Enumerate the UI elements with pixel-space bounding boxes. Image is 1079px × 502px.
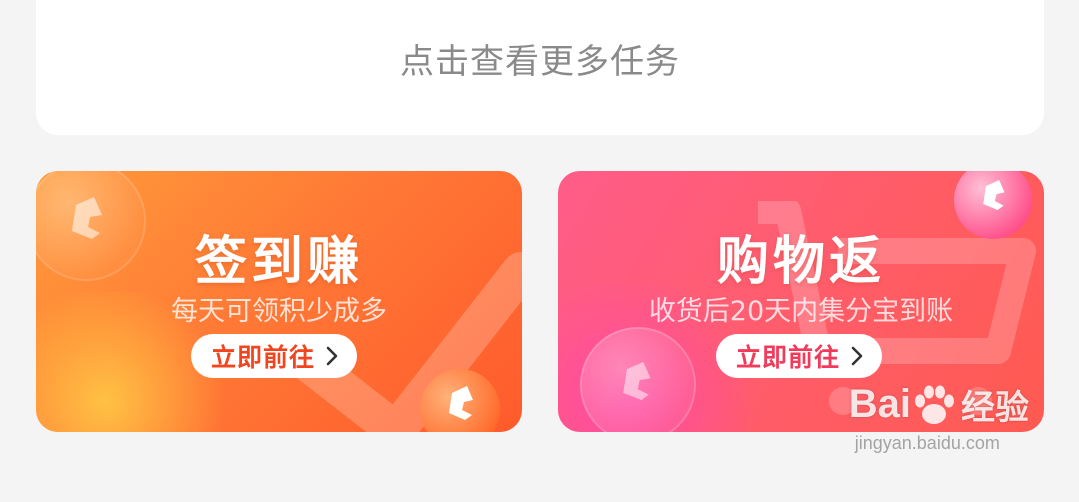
promo-subtitle: 每天可领积少成多 bbox=[171, 296, 387, 327]
promo-title: 购物返 bbox=[716, 232, 885, 292]
more-tasks-label: 点击查看更多任务 bbox=[400, 42, 680, 82]
watermark: Bai 经验 jingyan.baidu.com bbox=[849, 380, 1029, 454]
watermark-brand: Bai bbox=[848, 382, 911, 426]
promo-title: 签到赚 bbox=[194, 232, 363, 292]
chevron-right-icon bbox=[326, 346, 338, 366]
watermark-url: jingyan.baidu.com bbox=[854, 433, 1000, 453]
go-now-label: 立即前往 bbox=[736, 343, 841, 372]
go-now-button[interactable]: 立即前往 bbox=[716, 334, 883, 378]
chevron-right-icon bbox=[851, 346, 863, 366]
coin-icon bbox=[983, 180, 1005, 210]
promo-subtitle: 收货后20天内集分宝到账 bbox=[648, 296, 954, 327]
go-now-label: 立即前往 bbox=[211, 343, 316, 372]
promo-card-checkin[interactable]: 签到赚 每天可领积少成多 立即前往 bbox=[36, 171, 522, 432]
more-tasks-card[interactable]: 点击查看更多任务 bbox=[36, 0, 1044, 135]
page: 点击查看更多任务 签到赚 每天可领积少成多 立即前往 购物返 收货后20天内集分… bbox=[0, 0, 1079, 502]
go-now-button[interactable]: 立即前往 bbox=[191, 334, 358, 378]
watermark-brand-suffix: 经验 bbox=[961, 389, 1029, 427]
coin-icon bbox=[623, 361, 651, 401]
watermark-logo: Bai 经验 bbox=[849, 380, 1029, 429]
paw-icon bbox=[915, 385, 954, 424]
coin-icon bbox=[449, 386, 473, 420]
